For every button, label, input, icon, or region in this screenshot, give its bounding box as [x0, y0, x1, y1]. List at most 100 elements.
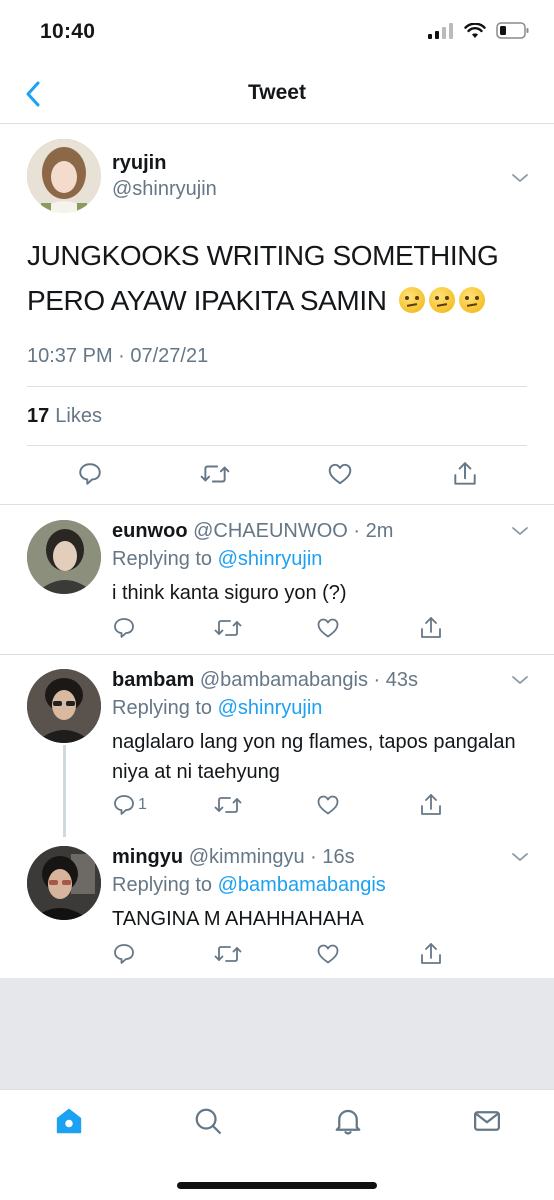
- status-bar: 10:40: [0, 0, 554, 64]
- page-title: Tweet: [248, 81, 306, 104]
- reply-header: bambam @bambamabangis · 43s: [112, 669, 418, 692]
- mention-link[interactable]: @shinryujin: [218, 548, 323, 570]
- share-icon: [421, 794, 441, 815]
- share-button[interactable]: [452, 460, 478, 488]
- status-icons: [428, 22, 530, 39]
- search-icon: [195, 1108, 221, 1134]
- main-tweet: ryujin @shinryujin JUNGKOOKS WRITING SOM…: [0, 125, 554, 505]
- reply-count: 1: [138, 796, 147, 813]
- status-time: 10:40: [40, 20, 96, 43]
- avatar-image: [27, 669, 101, 743]
- tab-notifications[interactable]: [331, 1104, 365, 1138]
- heart-icon: [328, 463, 352, 485]
- reply-tweet[interactable]: bambam @bambamabangis · 43s Replying to …: [0, 655, 554, 837]
- reply-icon: [114, 944, 134, 964]
- author-name[interactable]: eunwoo: [112, 520, 188, 542]
- mention-link[interactable]: @bambamabangis: [218, 874, 386, 896]
- avatar[interactable]: [27, 520, 101, 594]
- cellular-signal-icon: [428, 22, 453, 39]
- raised-eyebrow-emoji-icon: [428, 287, 455, 313]
- reply-header: eunwoo @CHAEUNWOO · 2m: [112, 520, 393, 543]
- heart-icon: [317, 944, 339, 964]
- replying-prefix: Replying to: [112, 874, 213, 896]
- tweet-text: JUNGKOOKS WRITING SOMETHING PERO AYAW IP…: [27, 233, 527, 323]
- tab-search[interactable]: [191, 1104, 225, 1138]
- bell-icon: [335, 1109, 361, 1135]
- author-name[interactable]: ryujin: [112, 152, 166, 175]
- reply-text: TANGINA M AHAHHAHAHA: [112, 908, 364, 930]
- avatar-image: [27, 139, 101, 213]
- tab-messages[interactable]: [470, 1104, 504, 1138]
- replying-to: Replying to @bambamabangis: [112, 874, 386, 897]
- author-meta: @bambamabangis · 43s: [199, 669, 419, 691]
- reply-tweet[interactable]: mingyu @kimmingyu · 16s Replying to @bam…: [0, 832, 554, 978]
- share-button[interactable]: [419, 941, 443, 967]
- chevron-down-icon[interactable]: [510, 850, 530, 864]
- avatar[interactable]: [27, 139, 101, 213]
- retweet-icon: [214, 946, 242, 962]
- reply-text: i think kanta siguro yon (?): [112, 582, 347, 604]
- reply-button[interactable]: [112, 942, 138, 966]
- wifi-icon: [464, 22, 486, 38]
- reply-icon: [114, 618, 134, 638]
- author-handle[interactable]: @shinryujin: [112, 178, 217, 201]
- share-button[interactable]: [419, 792, 443, 818]
- reply-icon: [114, 795, 134, 815]
- like-button[interactable]: [316, 942, 340, 966]
- avatar[interactable]: [27, 846, 101, 920]
- tweet-text-content: JUNGKOOKS WRITING SOMETHING PERO AYAW IP…: [27, 240, 499, 316]
- like-button[interactable]: [326, 461, 354, 487]
- tab-home[interactable]: [52, 1104, 86, 1138]
- author-meta: @CHAEUNWOO · 2m: [193, 520, 394, 542]
- retweet-icon: [214, 620, 242, 636]
- raised-eyebrow-emoji-icon: [398, 287, 425, 313]
- chevron-down-icon[interactable]: [510, 171, 530, 185]
- replying-to: Replying to @shinryujin: [112, 548, 322, 571]
- retweet-button[interactable]: [214, 942, 242, 966]
- retweet-button[interactable]: [214, 616, 242, 640]
- replying-prefix: Replying to: [112, 697, 213, 719]
- share-button[interactable]: [419, 615, 443, 641]
- reply-button[interactable]: [112, 616, 138, 640]
- tweet-timestamp: 10:37 PM · 07/27/21: [27, 345, 209, 367]
- retweet-button[interactable]: [200, 461, 230, 487]
- author-meta: @kimmingyu · 16s: [188, 846, 355, 868]
- thread-line: [63, 745, 66, 837]
- home-indicator[interactable]: [177, 1182, 377, 1189]
- author-name[interactable]: bambam: [112, 669, 194, 691]
- retweet-icon: [214, 797, 242, 813]
- like-button[interactable]: [316, 616, 340, 640]
- share-icon: [454, 462, 476, 485]
- avatar-image: [27, 520, 101, 594]
- heart-icon: [317, 795, 339, 815]
- home-icon: [56, 1108, 82, 1134]
- reply-text: naglalaro lang yon ng flames, tapos pang…: [112, 731, 516, 783]
- empty-area: [0, 978, 554, 1090]
- battery-icon: [496, 22, 529, 39]
- retweet-icon: [200, 465, 230, 483]
- chevron-down-icon[interactable]: [510, 673, 530, 687]
- share-icon: [421, 617, 441, 638]
- mention-link[interactable]: @shinryujin: [218, 697, 323, 719]
- likes-count-link[interactable]: 17 Likes: [27, 405, 102, 428]
- mail-icon: [474, 1111, 500, 1131]
- chevron-down-icon[interactable]: [510, 524, 530, 538]
- nav-header: Tweet: [0, 64, 554, 124]
- replying-prefix: Replying to: [112, 548, 213, 570]
- replying-to: Replying to @shinryujin: [112, 697, 322, 720]
- retweet-button[interactable]: [214, 793, 242, 817]
- avatar-image: [27, 846, 101, 920]
- like-button[interactable]: [316, 793, 340, 817]
- share-icon: [421, 943, 441, 964]
- reply-button[interactable]: 1: [112, 793, 147, 817]
- raised-eyebrow-emoji-icon: [458, 287, 485, 313]
- author-name[interactable]: mingyu: [112, 846, 183, 868]
- divider: [27, 445, 527, 446]
- divider: [27, 386, 527, 387]
- reply-tweet[interactable]: eunwoo @CHAEUNWOO · 2m Replying to @shin…: [0, 506, 554, 654]
- reply-header: mingyu @kimmingyu · 16s: [112, 846, 355, 869]
- avatar[interactable]: [27, 669, 101, 743]
- likes-count: 17: [27, 405, 50, 427]
- reply-button[interactable]: [77, 461, 103, 487]
- likes-label: Likes: [55, 405, 102, 427]
